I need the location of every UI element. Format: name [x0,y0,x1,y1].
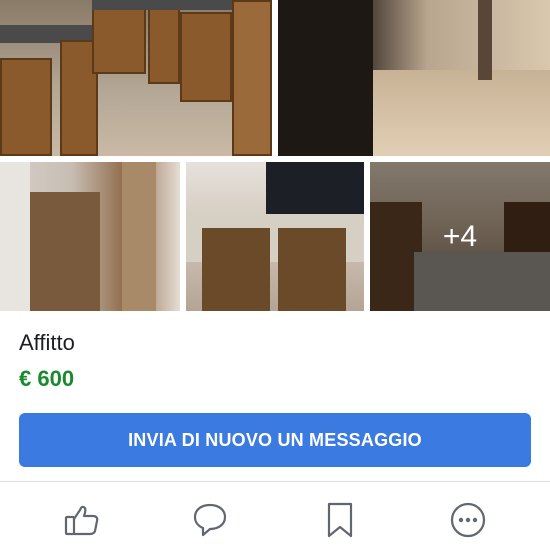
wall [0,162,30,311]
like-button[interactable] [60,498,104,542]
more-icon [450,502,486,538]
send-message-label: INVIA DI NUOVO UN MESSAGGIO [128,429,422,450]
listing-price: € 600 [19,366,75,391]
comment-button[interactable] [188,498,232,542]
send-message-button[interactable]: INVIA DI NUOVO UN MESSAGGIO [19,413,531,467]
cabinet [148,8,180,84]
bookmark-icon [327,502,353,538]
cabinet [180,12,232,102]
furniture [30,192,100,311]
cabinet [0,58,52,156]
save-button[interactable] [318,498,362,542]
bedroom-photo[interactable]: +4 [370,162,550,311]
thumbs-up-icon [64,505,99,536]
cabinet [232,0,272,156]
kitchen-photo[interactable] [0,0,272,156]
countertop [92,0,252,10]
dining-photo[interactable] [186,162,364,311]
floor [373,70,550,156]
door [122,162,156,311]
comment-icon [193,503,227,537]
divider [0,481,550,482]
listing-title: Affitto [19,330,75,355]
door-frame [478,0,492,80]
more-photos-count[interactable]: +4 [370,162,550,311]
doorway [278,0,373,156]
cabinet [92,8,146,74]
more-options-button[interactable] [446,498,490,542]
living-room-photo[interactable] [0,162,180,311]
chair [202,228,270,311]
television [266,162,364,222]
hallway-photo[interactable] [278,0,550,156]
chair [278,228,346,311]
